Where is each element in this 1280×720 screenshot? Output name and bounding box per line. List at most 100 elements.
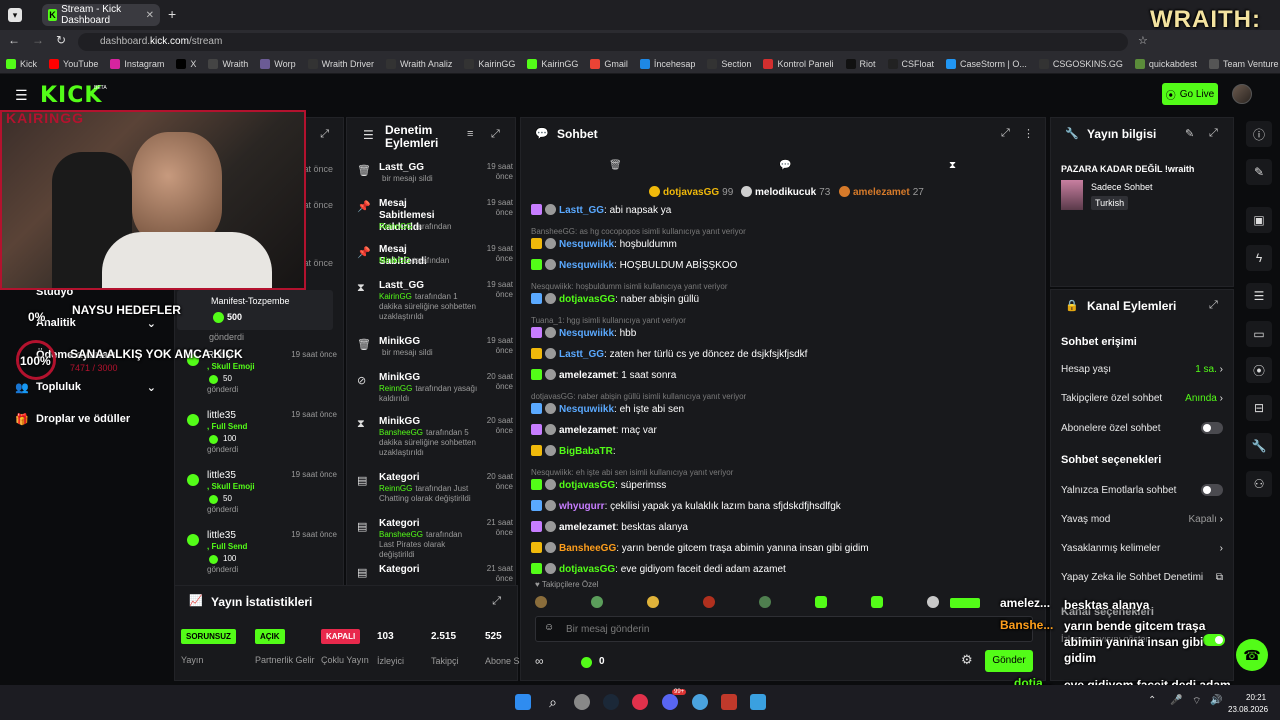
emote-icon[interactable] [535,596,547,608]
emote-icon[interactable] [703,596,715,608]
chat-message[interactable]: amelezamet: besktas alanya [531,521,688,533]
chat-username[interactable]: Nesquwiikk [559,328,614,339]
wrench-icon[interactable]: 🔧 [1246,433,1272,459]
back-icon[interactable]: ← [8,33,20,47]
search-icon[interactable]: ⌕ [545,694,561,710]
chat-message[interactable]: BansheeGG: yarın bende gitcem traşa abim… [531,542,869,554]
chat-username[interactable]: amelezamet [559,522,616,533]
sidebar-item-community[interactable]: Topluluk ⌄ [36,381,156,394]
chat-message[interactable]: amelezamet: 1 saat sonra [531,369,676,381]
bookmark-item[interactable]: Gmail [584,58,634,69]
browser-tab[interactable]: K Stream - Kick Dashboard ✕ [42,4,160,26]
subs-chat-row[interactable]: Abonelere özel sohbet [1061,422,1223,434]
chat-username[interactable]: Nesquwiikk [559,260,614,271]
emote-icon[interactable] [815,596,827,608]
bookmark-item[interactable]: CaseStorm | O... [940,58,1033,69]
go-live-button[interactable]: ⦿ Go Live [1162,83,1218,105]
chat-username[interactable]: dotjavasGG [559,564,615,575]
chat-username[interactable]: BansheeGG [559,543,616,554]
category-name[interactable]: Sadece Sohbet [1091,182,1153,192]
emote-picker-icon[interactable]: ∞ [535,654,544,668]
bookmark-item[interactable]: Kontrol Paneli [757,58,839,69]
url-field[interactable]: dashboard.kick.com/stream [78,33,1128,51]
pencil-icon[interactable]: ✎ [1246,159,1272,185]
bookmark-item[interactable]: YouTube [43,58,104,69]
chat-username[interactable]: Lastt_GG [559,205,604,216]
chat-message[interactable]: Nesquwiikk: hoşbuldumm [531,238,677,250]
bookmark-item[interactable]: X [170,58,202,69]
sidebar-item-drops[interactable]: Droplar ve ödüller [36,413,130,425]
video-icon[interactable]: ▣ [1246,207,1272,233]
discord-icon[interactable] [662,694,678,710]
expand-icon[interactable]: ⤢ [320,128,329,141]
banned-words-row[interactable]: Yasaklanmış kelimeler › [1061,543,1223,554]
bookmark-item[interactable]: Riot [840,58,882,69]
message-icon[interactable]: 💬 [779,160,791,171]
reload-icon[interactable]: ↻ [56,33,66,47]
clock-date[interactable]: 23.08.2026 [1228,705,1268,714]
chat-message[interactable]: BigBabaTR: [531,445,616,457]
lightning-icon[interactable]: ϟ [1246,245,1272,271]
chat-username[interactable]: dotjavasGG [559,480,615,491]
avatar[interactable] [1232,84,1252,104]
chat-username[interactable]: BigBabaTR [559,446,613,457]
chat-username[interactable]: dotjavasGG [559,294,615,305]
chat-message[interactable]: Nesquwiikk: hbb [531,327,636,339]
bookmark-item[interactable]: Instagram [104,58,170,69]
vivaldi-icon[interactable] [632,694,648,710]
hourglass-icon[interactable]: ⧗ [949,160,956,171]
forward-icon[interactable]: → [32,33,44,47]
users-icon[interactable]: ⚇ [1246,471,1272,497]
bookmark-star-icon[interactable]: ☆ [1138,34,1148,47]
chat-username[interactable]: Nesquwiikk [559,404,614,415]
bookmark-item[interactable]: İncehesap [634,58,702,69]
menu-icon[interactable]: ☰ [15,87,28,104]
trash-icon[interactable]: 🗑 [609,160,622,171]
emote-icon[interactable] [927,596,939,608]
chat-username[interactable]: amelezamet [559,425,616,436]
tray-up-icon[interactable]: ⌃ [1148,695,1156,706]
mic-icon[interactable]: 🎤 [1170,695,1182,706]
server-icon[interactable]: ⊟ [1246,395,1272,421]
expand-icon[interactable]: ⤢ [491,128,500,141]
chat-message[interactable]: dotjavasGG: eve gidiyom faceit dedi adam… [531,563,786,575]
chat-message[interactable]: Nesquwiikk: HOŞBULDUM ABİŞŞKOO [531,259,737,271]
bookmark-item[interactable]: Section [701,58,757,69]
chat-username[interactable]: whyugurr [559,501,605,512]
edit-icon[interactable]: ✎ [1185,127,1194,140]
broadcast-icon[interactable]: ⦿ [1246,357,1272,383]
bookmark-item[interactable]: quickabdest [1129,58,1203,69]
chat-message[interactable]: dotjavasGG: süperimss [531,479,666,491]
new-tab-icon[interactable]: + [168,6,176,22]
browser-menu-icon[interactable]: ▾ [8,8,22,22]
clock-time[interactable]: 20:21 [1246,693,1266,702]
emote-icon[interactable] [759,596,771,608]
bookmark-item[interactable]: KairinGG [458,58,521,69]
chat-username[interactable]: Nesquwiikk [559,239,614,250]
account-age-row[interactable]: Hesap yaşı 1 sa. › [1061,364,1223,375]
emote-icon[interactable] [647,596,659,608]
list-icon[interactable]: ☰ [1246,283,1272,309]
followers-chat-row[interactable]: Takipçilere özel sohbet Anında › [1061,393,1223,404]
bookmark-item[interactable]: CSFloat [882,58,941,69]
slow-mode-row[interactable]: Yavaş mod Kapalı › [1061,514,1223,525]
network-app-icon[interactable] [692,694,708,710]
windows-start-icon[interactable] [515,694,531,710]
shield-icon[interactable] [721,694,737,710]
steam-icon[interactable] [603,694,619,710]
more-icon[interactable]: ⋮ [1023,127,1034,140]
chat-username[interactable]: amelezamet [559,370,616,381]
chat-username[interactable]: Lastt_GG [559,349,604,360]
emoji-icon[interactable]: ☺ [544,622,554,633]
chat-message[interactable]: whyugurr: çekilisi yapak ya kulaklık laz… [531,500,841,512]
ai-moderation-row[interactable]: Yapay Zeka ile Sohbet Denetimi ⧉ [1061,572,1223,583]
tab-close-icon[interactable]: ✕ [146,10,154,21]
emote-only-row[interactable]: Yalnızca Emotlarla sohbet [1061,484,1223,496]
bookmark-item[interactable]: CSGOSKINS.GG [1033,58,1129,69]
chat-message[interactable]: amelezamet: maç var [531,424,657,436]
chat-icon[interactable]: ▭ [1246,321,1272,347]
sidebar-item-analytics[interactable]: Analitik ⌄ [36,317,156,330]
window-icon[interactable] [750,694,766,710]
bookmark-item[interactable]: KairinGG [521,58,584,69]
bookmark-item[interactable]: Wraith Driver [302,58,380,69]
